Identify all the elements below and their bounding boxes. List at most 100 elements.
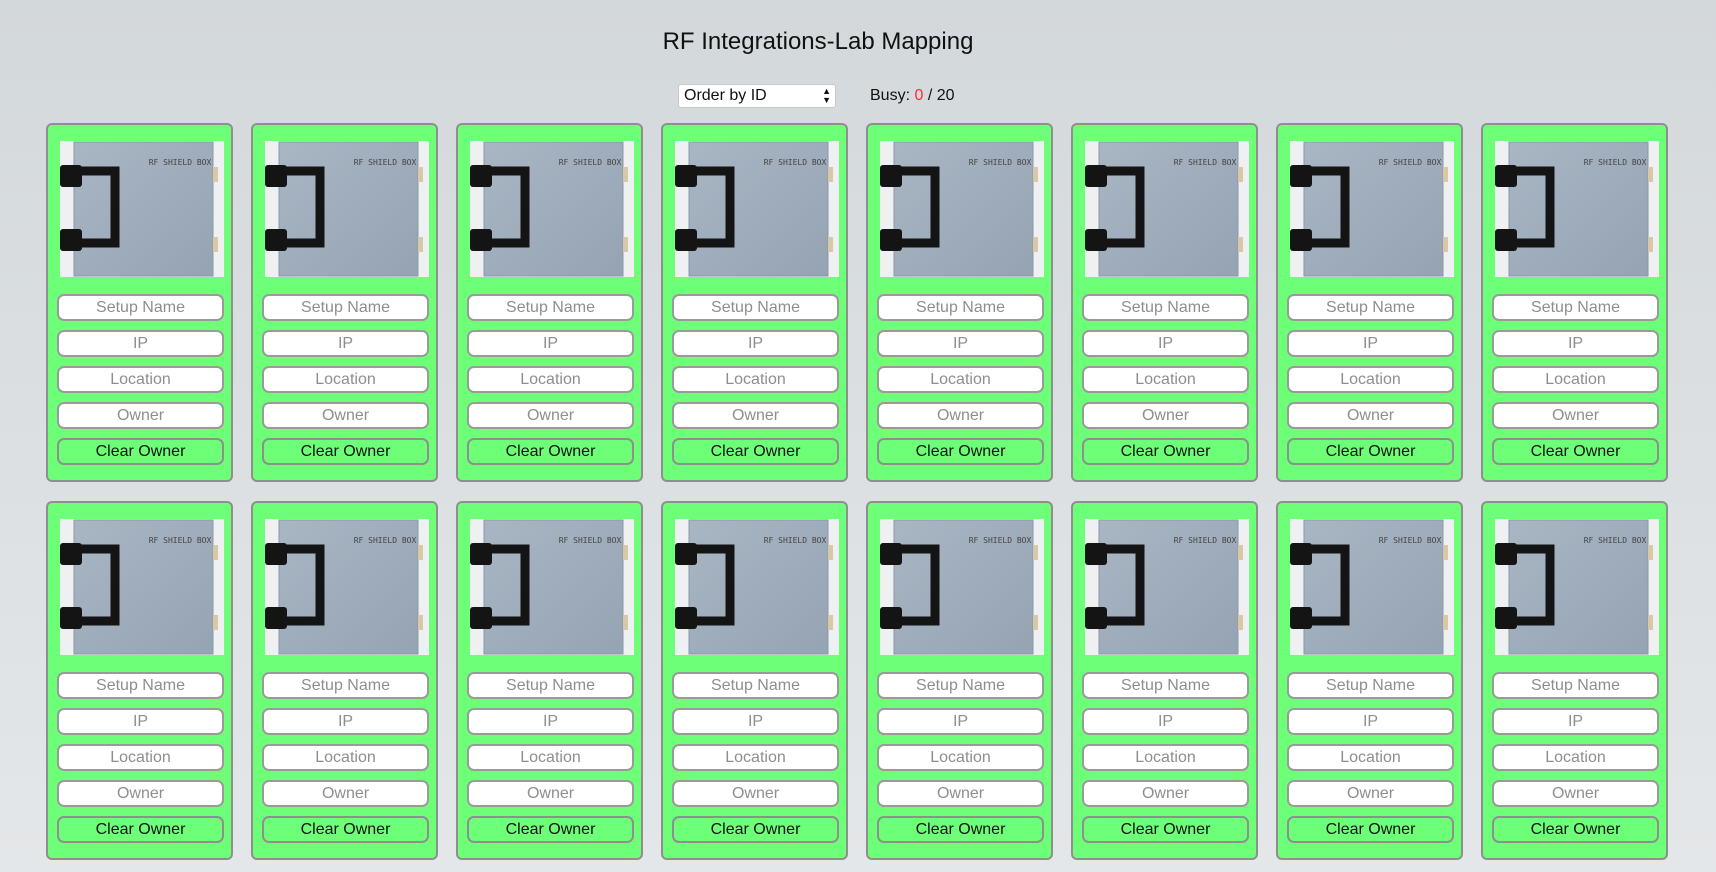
clear-owner-button[interactable]: Clear Owner (1082, 438, 1249, 465)
location-input[interactable] (1492, 366, 1659, 393)
clear-owner-button[interactable]: Clear Owner (1287, 438, 1454, 465)
setup-name-input[interactable] (467, 672, 634, 699)
rf-shield-box-image: RF SHIELD BOX (1290, 141, 1454, 277)
setup-card: RF SHIELD BOX Clear Owner (1071, 123, 1258, 482)
svg-text:RF SHIELD BOX: RF SHIELD BOX (1174, 158, 1237, 167)
owner-input[interactable] (57, 780, 224, 807)
setup-name-input[interactable] (467, 294, 634, 321)
location-input[interactable] (877, 366, 1044, 393)
setup-name-input[interactable] (1082, 672, 1249, 699)
ip-input[interactable] (1492, 330, 1659, 357)
location-input[interactable] (1082, 366, 1249, 393)
svg-text:RF SHIELD BOX: RF SHIELD BOX (149, 158, 212, 167)
ip-input[interactable] (672, 330, 839, 357)
location-input[interactable] (877, 744, 1044, 771)
location-input[interactable] (57, 744, 224, 771)
ip-input[interactable] (57, 708, 224, 735)
location-input[interactable] (1287, 744, 1454, 771)
rf-shield-box-image: RF SHIELD BOX (470, 519, 634, 655)
clear-owner-button[interactable]: Clear Owner (57, 438, 224, 465)
ip-input[interactable] (1492, 708, 1659, 735)
clear-owner-button[interactable]: Clear Owner (877, 438, 1044, 465)
location-input[interactable] (1082, 744, 1249, 771)
setup-card: RF SHIELD BOX Clear Owner (1071, 501, 1258, 860)
owner-input[interactable] (1082, 780, 1249, 807)
owner-input[interactable] (1287, 402, 1454, 429)
owner-input[interactable] (1492, 780, 1659, 807)
clear-owner-button[interactable]: Clear Owner (1492, 438, 1659, 465)
location-input[interactable] (1287, 366, 1454, 393)
setup-name-input[interactable] (672, 294, 839, 321)
setup-name-input[interactable] (262, 672, 429, 699)
owner-input[interactable] (262, 402, 429, 429)
setup-card: RF SHIELD BOX Clear Owner (661, 501, 848, 860)
ip-input[interactable] (1287, 330, 1454, 357)
ip-input[interactable] (672, 708, 839, 735)
clear-owner-button[interactable]: Clear Owner (262, 816, 429, 843)
owner-input[interactable] (1082, 402, 1249, 429)
rf-shield-box-image: RF SHIELD BOX (1085, 141, 1249, 277)
setup-name-input[interactable] (1287, 672, 1454, 699)
ip-input[interactable] (1082, 708, 1249, 735)
location-input[interactable] (1492, 744, 1659, 771)
owner-input[interactable] (467, 402, 634, 429)
setup-name-input[interactable] (262, 294, 429, 321)
ip-input[interactable] (877, 330, 1044, 357)
location-input[interactable] (262, 744, 429, 771)
setup-name-input[interactable] (1287, 294, 1454, 321)
owner-input[interactable] (672, 402, 839, 429)
setup-name-input[interactable] (877, 672, 1044, 699)
setup-card: RF SHIELD BOX Clear Owner (251, 501, 438, 860)
rf-shield-box-image: RF SHIELD BOX (675, 519, 839, 655)
location-input[interactable] (467, 366, 634, 393)
clear-owner-button[interactable]: Clear Owner (1492, 816, 1659, 843)
svg-text:RF SHIELD BOX: RF SHIELD BOX (559, 536, 622, 545)
svg-text:RF SHIELD BOX: RF SHIELD BOX (969, 536, 1032, 545)
order-select[interactable]: Order by ID ▲ ▼ (678, 84, 836, 108)
svg-text:RF SHIELD BOX: RF SHIELD BOX (764, 536, 827, 545)
setup-name-input[interactable] (877, 294, 1044, 321)
clear-owner-button[interactable]: Clear Owner (467, 816, 634, 843)
ip-input[interactable] (1082, 330, 1249, 357)
ip-input[interactable] (57, 330, 224, 357)
location-input[interactable] (57, 366, 224, 393)
ip-input[interactable] (262, 708, 429, 735)
setup-name-input[interactable] (1082, 294, 1249, 321)
setup-name-input[interactable] (672, 672, 839, 699)
ip-input[interactable] (262, 330, 429, 357)
setup-card: RF SHIELD BOX Clear Owner (456, 501, 643, 860)
setup-name-input[interactable] (57, 672, 224, 699)
setup-card: RF SHIELD BOX Clear Owner (1481, 123, 1668, 482)
clear-owner-button[interactable]: Clear Owner (1082, 816, 1249, 843)
ip-input[interactable] (467, 330, 634, 357)
ip-input[interactable] (467, 708, 634, 735)
owner-input[interactable] (262, 780, 429, 807)
owner-input[interactable] (1492, 402, 1659, 429)
owner-input[interactable] (877, 402, 1044, 429)
setup-name-input[interactable] (1492, 672, 1659, 699)
owner-input[interactable] (467, 780, 634, 807)
setup-name-input[interactable] (57, 294, 224, 321)
location-input[interactable] (262, 366, 429, 393)
location-input[interactable] (672, 366, 839, 393)
rf-shield-box-image: RF SHIELD BOX (880, 519, 1044, 655)
location-input[interactable] (467, 744, 634, 771)
owner-input[interactable] (877, 780, 1044, 807)
clear-owner-button[interactable]: Clear Owner (877, 816, 1044, 843)
clear-owner-button[interactable]: Clear Owner (262, 438, 429, 465)
svg-text:RF SHIELD BOX: RF SHIELD BOX (1174, 536, 1237, 545)
ip-input[interactable] (877, 708, 1044, 735)
clear-owner-button[interactable]: Clear Owner (1287, 816, 1454, 843)
owner-input[interactable] (1287, 780, 1454, 807)
clear-owner-button[interactable]: Clear Owner (57, 816, 224, 843)
owner-input[interactable] (672, 780, 839, 807)
setup-card: RF SHIELD BOX Clear Owner (456, 123, 643, 482)
location-input[interactable] (672, 744, 839, 771)
clear-owner-button[interactable]: Clear Owner (672, 438, 839, 465)
clear-owner-button[interactable]: Clear Owner (672, 816, 839, 843)
svg-text:RF SHIELD BOX: RF SHIELD BOX (1584, 158, 1647, 167)
owner-input[interactable] (57, 402, 224, 429)
setup-name-input[interactable] (1492, 294, 1659, 321)
clear-owner-button[interactable]: Clear Owner (467, 438, 634, 465)
ip-input[interactable] (1287, 708, 1454, 735)
